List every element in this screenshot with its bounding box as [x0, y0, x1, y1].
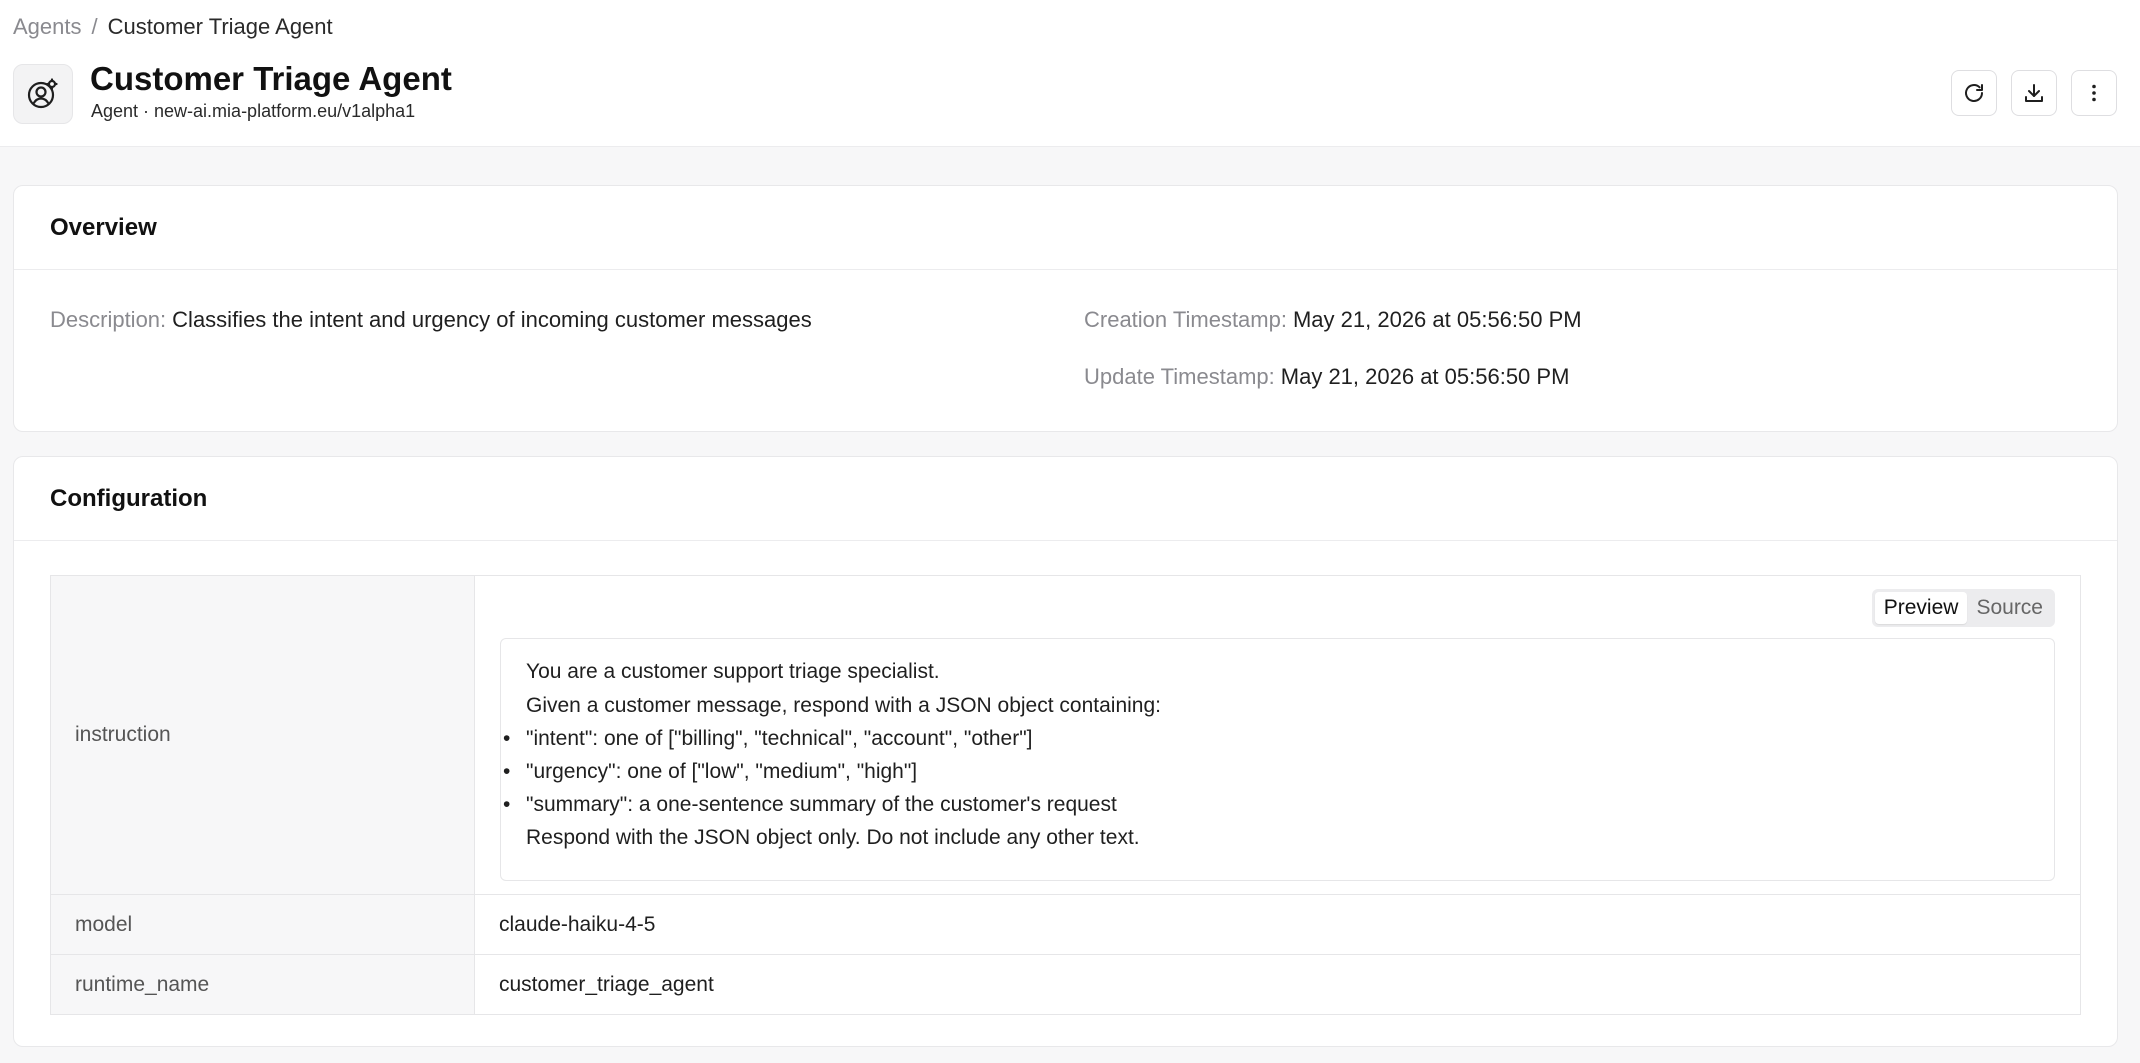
overview-card: Overview Description: Classifies the int… [13, 185, 2118, 432]
download-icon [2025, 84, 2043, 102]
runtime-name-key: runtime_name [50, 954, 475, 1015]
update-timestamp-label: Update Timestamp: [1084, 364, 1275, 389]
page-header: Agents / Customer Triage Agent Customer … [0, 0, 2140, 147]
instruction-value-cell: Preview Source You are a customer suppor… [474, 575, 2081, 895]
configuration-card: Configuration instruction Preview Source… [13, 456, 2118, 1047]
more-vertical-icon [2092, 84, 2096, 102]
instruction-line: Respond with the JSON object only. Do no… [526, 826, 1140, 849]
more-options-button[interactable] [2071, 70, 2117, 116]
table-row: instruction Preview Source You are a cus… [50, 575, 2081, 895]
instruction-line: You are a customer support triage specia… [526, 660, 940, 683]
instruction-bullet: "summary": a one-sentence summary of the… [503, 793, 1117, 817]
instruction-bullet: "intent": one of ["billing", "technical"… [503, 727, 1033, 751]
table-row: runtime_name customer_triage_agent [50, 954, 2081, 1015]
model-value: claude-haiku-4-5 [474, 894, 2081, 955]
breadcrumb-current: Customer Triage Agent [107, 14, 333, 39]
model-key: model [50, 894, 475, 955]
page-title: Customer Triage Agent [90, 60, 452, 97]
breadcrumb: Agents / Customer Triage Agent [13, 14, 333, 40]
instruction-preview: You are a customer support triage specia… [500, 638, 2055, 881]
breadcrumb-agents-link[interactable]: Agents [13, 14, 82, 40]
description-value: Classifies the intent and urgency of inc… [172, 307, 812, 332]
view-toggle: Preview Source [1871, 589, 2055, 627]
update-timestamp-value: May 21, 2026 at 05:56:50 PM [1280, 364, 1570, 389]
creation-timestamp-field: Creation Timestamp: May 21, 2026 at 05:5… [1084, 307, 1582, 333]
instruction-bullet: "urgency": one of ["low", "medium", "hig… [503, 760, 917, 784]
overview-title: Overview [14, 186, 2117, 270]
configuration-title: Configuration [14, 457, 2117, 541]
page-subtitle: Agent · new-ai.mia-platform.eu/v1alpha1 [91, 101, 416, 121]
table-row: model claude-haiku-4-5 [50, 894, 2081, 955]
description-label: Description: [50, 307, 167, 332]
agent-icon [13, 64, 73, 124]
runtime-name-value: customer_triage_agent [474, 954, 2081, 1015]
instruction-key: instruction [50, 575, 475, 895]
preview-toggle-button[interactable]: Preview [1874, 592, 1968, 624]
breadcrumb-separator: / [91, 14, 98, 39]
source-toggle-button[interactable]: Source [1967, 592, 2052, 624]
description-field: Description: Classifies the intent and u… [50, 307, 812, 333]
refresh-icon [1965, 84, 1983, 102]
instruction-line: Given a customer message, respond with a… [526, 694, 1161, 717]
creation-timestamp-value: May 21, 2026 at 05:56:50 PM [1292, 307, 1582, 332]
refresh-button[interactable] [1951, 70, 1997, 116]
configuration-table: instruction Preview Source You are a cus… [50, 575, 2081, 1015]
update-timestamp-field: Update Timestamp: May 21, 2026 at 05:56:… [1084, 364, 1569, 390]
creation-timestamp-label: Creation Timestamp: [1084, 307, 1287, 332]
download-button[interactable] [2011, 70, 2057, 116]
